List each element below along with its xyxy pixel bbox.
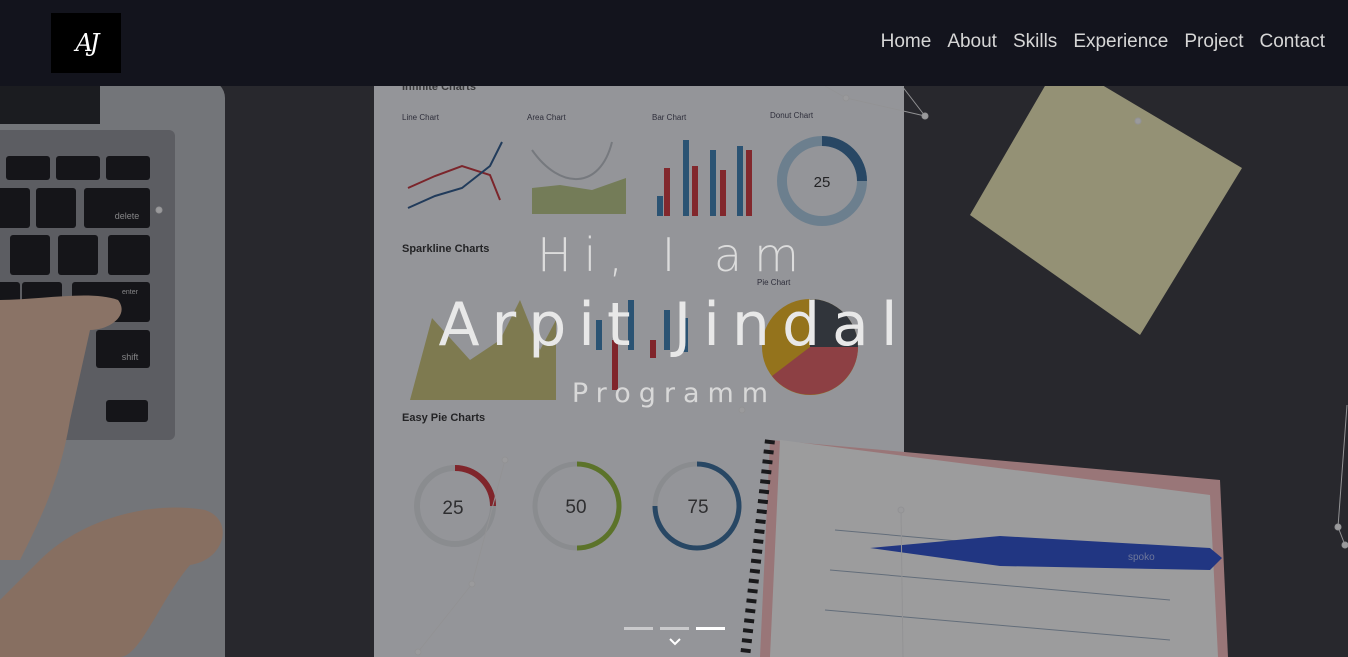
slide-indicator-2[interactable] <box>660 627 689 630</box>
nav-link-project[interactable]: Project <box>1184 29 1243 55</box>
nav-link-contact[interactable]: Contact <box>1260 29 1325 55</box>
navbar: AJ Home About Skills Experience Project … <box>0 0 1348 86</box>
nav-link-about[interactable]: About <box>947 29 997 55</box>
logo-monogram: AJ <box>75 29 100 57</box>
slide-indicator-3[interactable] <box>696 627 725 630</box>
chevron-down-icon[interactable] <box>668 634 682 648</box>
site-logo[interactable]: AJ <box>51 13 121 73</box>
slide-indicators <box>624 627 725 630</box>
slide-indicator-1[interactable] <box>624 627 653 630</box>
hero-background: delete enter shift Infinite Charts Line … <box>0 0 1348 657</box>
nav-link-skills[interactable]: Skills <box>1013 29 1057 55</box>
nav-link-home[interactable]: Home <box>881 29 932 55</box>
nav-link-experience[interactable]: Experience <box>1073 29 1168 55</box>
page: delete enter shift Infinite Charts Line … <box>0 0 1348 657</box>
main-nav: Home About Skills Experience Project Con… <box>881 29 1325 55</box>
background-overlay <box>0 0 1348 657</box>
